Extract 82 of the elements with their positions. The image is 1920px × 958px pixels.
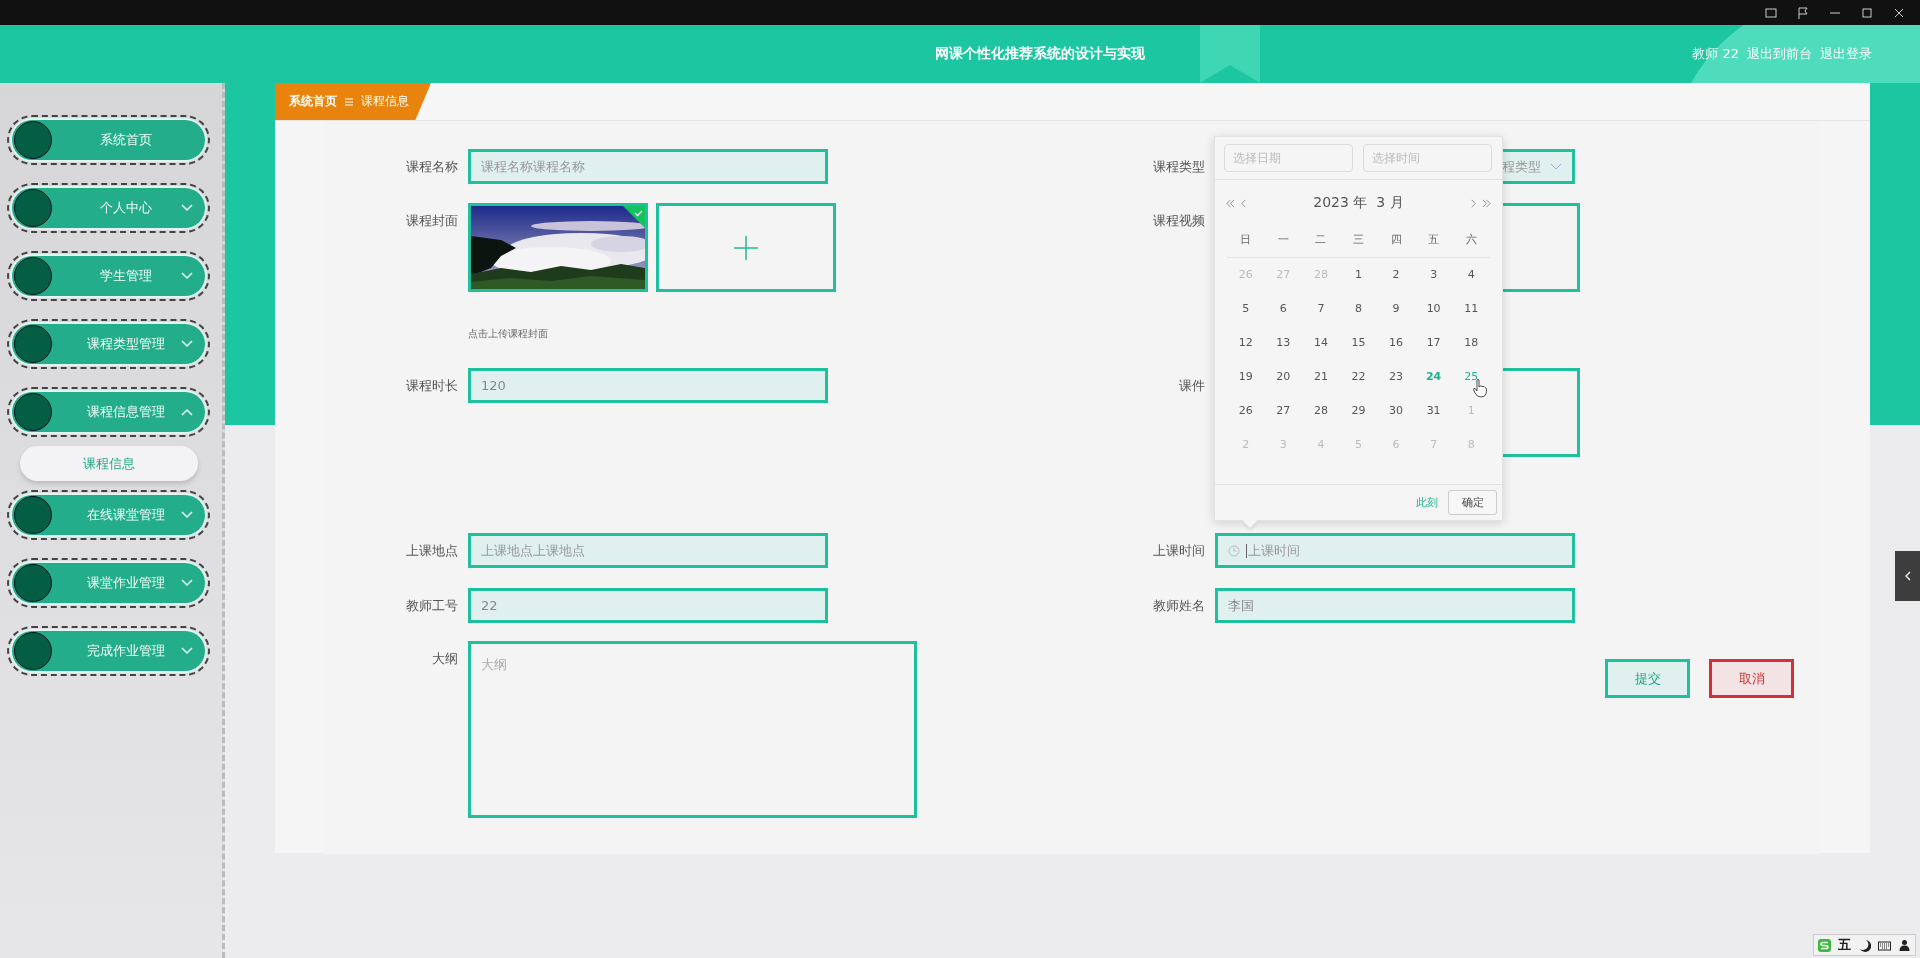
calendar-day[interactable]: 2 xyxy=(1242,438,1250,451)
header-link[interactable]: 退出登录 xyxy=(1820,45,1872,63)
calendar-day[interactable]: 25 xyxy=(1464,370,1479,383)
calendar-day[interactable]: 14 xyxy=(1313,336,1328,349)
calendar-day[interactable]: 4 xyxy=(1317,438,1325,451)
cancel-button[interactable]: 取消 xyxy=(1709,659,1794,698)
field-label: 课程视频 xyxy=(1152,212,1205,230)
weekday-label: 三 xyxy=(1339,223,1378,258)
calendar-day[interactable]: 1 xyxy=(1467,404,1475,417)
weekday-label: 一 xyxy=(1264,223,1303,258)
calendar-day[interactable]: 10 xyxy=(1426,302,1441,315)
year-label[interactable]: 2023 年 xyxy=(1313,194,1368,212)
calendar-day[interactable]: 30 xyxy=(1389,404,1404,417)
field-label: 教师姓名 xyxy=(1152,597,1205,615)
calendar-day[interactable]: 17 xyxy=(1426,336,1441,349)
calendar-day[interactable]: 5 xyxy=(1242,302,1250,315)
calendar-day[interactable]: 3 xyxy=(1430,268,1438,281)
header-link[interactable]: 退出到前台 xyxy=(1747,45,1812,63)
calendar-day[interactable]: 13 xyxy=(1276,336,1291,349)
submenu-item[interactable]: 课程信息 xyxy=(20,446,198,481)
calendar-day[interactable]: 24 xyxy=(1425,370,1442,383)
calendar-day[interactable]: 15 xyxy=(1351,336,1366,349)
calendar-day[interactable]: 29 xyxy=(1351,404,1366,417)
calendar-day[interactable]: 3 xyxy=(1279,438,1287,451)
calendar-day[interactable]: 26 xyxy=(1238,268,1253,281)
user-label: 教师 22 xyxy=(1692,45,1739,63)
calendar-day[interactable]: 4 xyxy=(1467,268,1475,281)
calendar-day[interactable]: 28 xyxy=(1313,268,1328,281)
calendar-day[interactable]: 19 xyxy=(1238,370,1253,383)
calendar-day[interactable]: 5 xyxy=(1355,438,1362,451)
field-label: 大纲 xyxy=(431,650,458,668)
weekday-label: 五 xyxy=(1414,223,1453,258)
breadcrumb-link[interactable]: 系统首页 xyxy=(289,93,337,110)
calendar-day[interactable]: 27 xyxy=(1276,404,1291,417)
weekday-label: 四 xyxy=(1377,223,1415,258)
calendar-day[interactable]: 12 xyxy=(1238,336,1253,349)
text-field[interactable]: 李国 xyxy=(1215,588,1575,623)
calendar-day[interactable]: 20 xyxy=(1276,370,1291,383)
calendar-day[interactable]: 8 xyxy=(1467,438,1475,451)
calendar-day[interactable]: 9 xyxy=(1392,302,1400,315)
confirm-button[interactable]: 确定 xyxy=(1448,490,1497,515)
submit-button[interactable]: 提交 xyxy=(1605,659,1690,698)
weekday-label: 二 xyxy=(1302,223,1340,258)
now-link[interactable]: 此刻 xyxy=(1416,495,1438,510)
text-area[interactable]: 大纲 xyxy=(468,641,917,818)
weekday-label: 日 xyxy=(1227,223,1265,258)
text-field[interactable]: 120 xyxy=(468,368,828,403)
calendar-day[interactable]: 6 xyxy=(1392,438,1400,451)
ime-mode[interactable]: 五 xyxy=(1838,936,1851,954)
field-label: 课件 xyxy=(1178,377,1205,395)
calendar-day[interactable]: 22 xyxy=(1351,370,1366,383)
weekday-label: 六 xyxy=(1452,223,1490,258)
datetime-field[interactable]: 上课时间 xyxy=(1215,533,1575,568)
field-label: 上课时间 xyxy=(1152,542,1205,560)
calendar-day[interactable]: 6 xyxy=(1279,302,1287,315)
calendar-day[interactable]: 18 xyxy=(1464,336,1479,349)
field-label: 课程时长 xyxy=(405,377,458,395)
upload-hint: 点击上传课程封面 xyxy=(468,327,549,341)
field-label: 上课地点 xyxy=(405,542,458,560)
field-label: 课程封面 xyxy=(405,212,458,230)
calendar-day[interactable]: 23 xyxy=(1389,370,1404,383)
text-field[interactable]: 课程名称课程名称 xyxy=(468,149,828,184)
text-field[interactable]: 22 xyxy=(468,588,828,623)
field-label: 教师工号 xyxy=(405,597,458,615)
field-label: 课程名称 xyxy=(405,158,458,176)
calendar-day[interactable]: 28 xyxy=(1313,404,1328,417)
calendar-day[interactable]: 7 xyxy=(1430,438,1438,451)
calendar-day[interactable]: 11 xyxy=(1464,302,1479,315)
calendar-day[interactable]: 31 xyxy=(1426,404,1441,417)
field-label: 课程类型 xyxy=(1152,158,1205,176)
calendar-day[interactable]: 27 xyxy=(1276,268,1291,281)
breadcrumb-current: 课程信息 xyxy=(361,93,409,110)
calendar-day[interactable]: 7 xyxy=(1317,302,1325,315)
month-label[interactable]: 3 月 xyxy=(1376,194,1404,212)
site-title: 网课个性化推荐系统的设计与实现 xyxy=(935,45,1145,63)
calendar-day[interactable]: 2 xyxy=(1392,268,1400,281)
text-field[interactable]: 上课地点上课地点 xyxy=(468,533,828,568)
calendar-day[interactable]: 26 xyxy=(1238,404,1253,417)
calendar-day[interactable]: 16 xyxy=(1389,336,1404,349)
calendar-day[interactable]: 21 xyxy=(1313,370,1328,383)
calendar-day[interactable]: 1 xyxy=(1355,268,1362,281)
calendar-day[interactable]: 8 xyxy=(1355,302,1362,315)
